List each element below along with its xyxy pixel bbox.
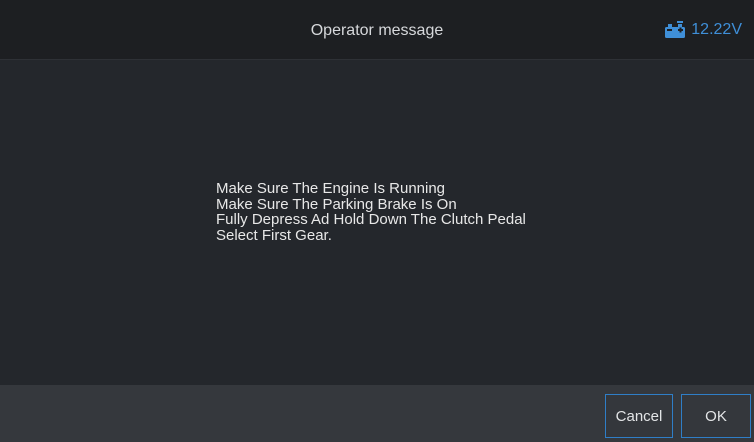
ok-button[interactable]: OK (681, 394, 751, 438)
message-line: Select First Gear. (216, 226, 332, 244)
page-title: Operator message (310, 22, 444, 39)
car-battery-icon (664, 21, 686, 39)
operator-message-screen: Operator message 12.22V Make Sure The En… (0, 0, 754, 442)
action-bar: Cancel OK (0, 385, 754, 442)
message-line: Make Sure The Parking Brake Is On (216, 195, 457, 213)
operator-message: Make Sure The Engine Is Running Make Sur… (216, 181, 526, 243)
title-bar: Operator message 12.22V (0, 0, 754, 60)
message-line: Fully Depress Ad Hold Down The Clutch Pe… (216, 211, 526, 228)
message-line: Make Sure The Engine Is Running (216, 180, 446, 197)
battery-status: 12.22V (664, 20, 742, 40)
cancel-button[interactable]: Cancel (605, 394, 673, 438)
battery-voltage: 12.22V (691, 21, 742, 38)
